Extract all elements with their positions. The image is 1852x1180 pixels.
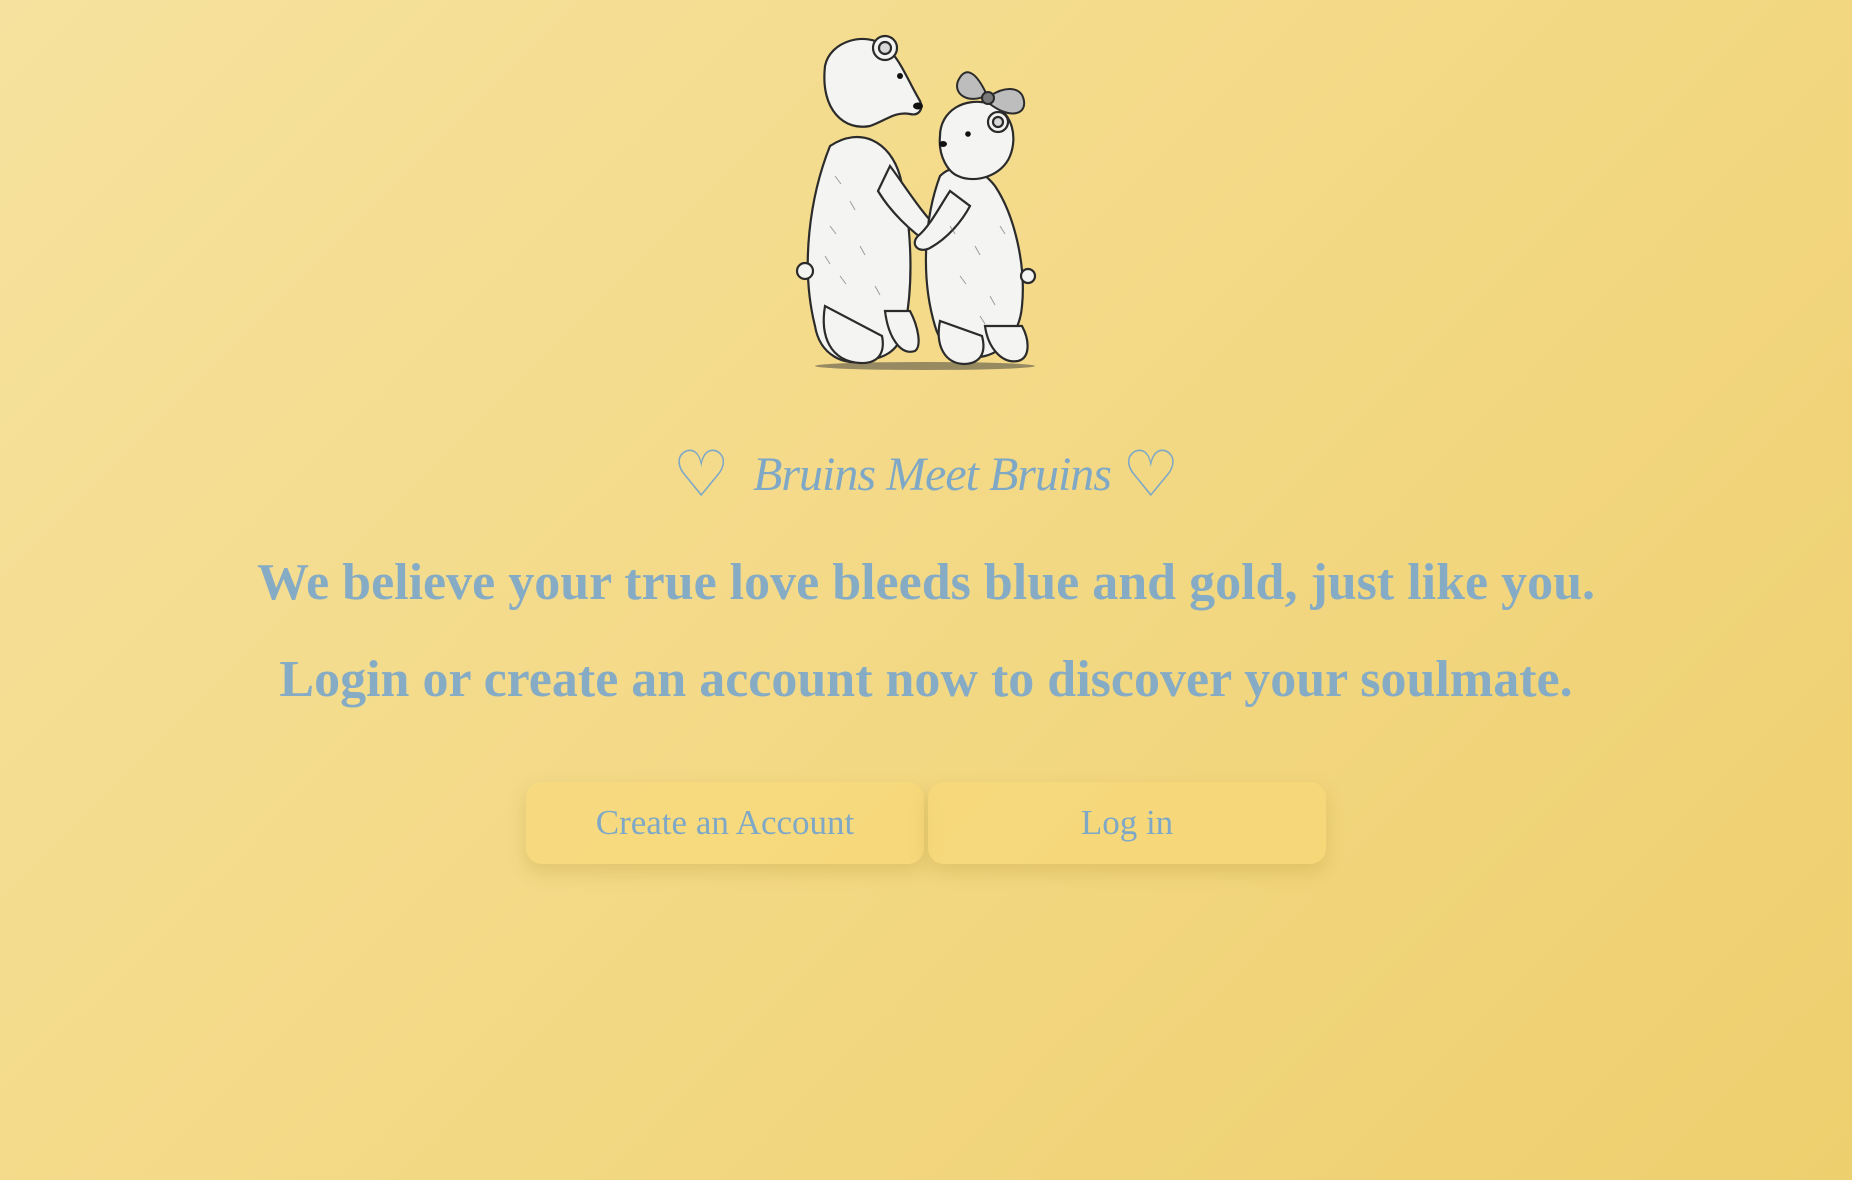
tagline-primary: We believe your true love bleeds blue an… xyxy=(256,554,1596,611)
log-in-button[interactable]: Log in xyxy=(928,782,1326,864)
landing-page: ♡ Bruins Meet Bruins ♡ We believe your t… xyxy=(0,0,1852,1180)
brand-name: Bruins Meet Bruins xyxy=(753,448,1112,501)
heart-left-icon: ♡ xyxy=(672,438,730,512)
create-account-button[interactable]: Create an Account xyxy=(526,782,924,864)
heart-right-icon: ♡ xyxy=(1122,438,1180,512)
bears-logo-icon xyxy=(790,26,1060,376)
tagline-secondary: Login or create an account now to discov… xyxy=(279,651,1573,708)
action-buttons: Create an Account Log in xyxy=(526,782,1326,864)
brand-title: ♡ Bruins Meet Bruins ♡ xyxy=(0,440,1852,510)
